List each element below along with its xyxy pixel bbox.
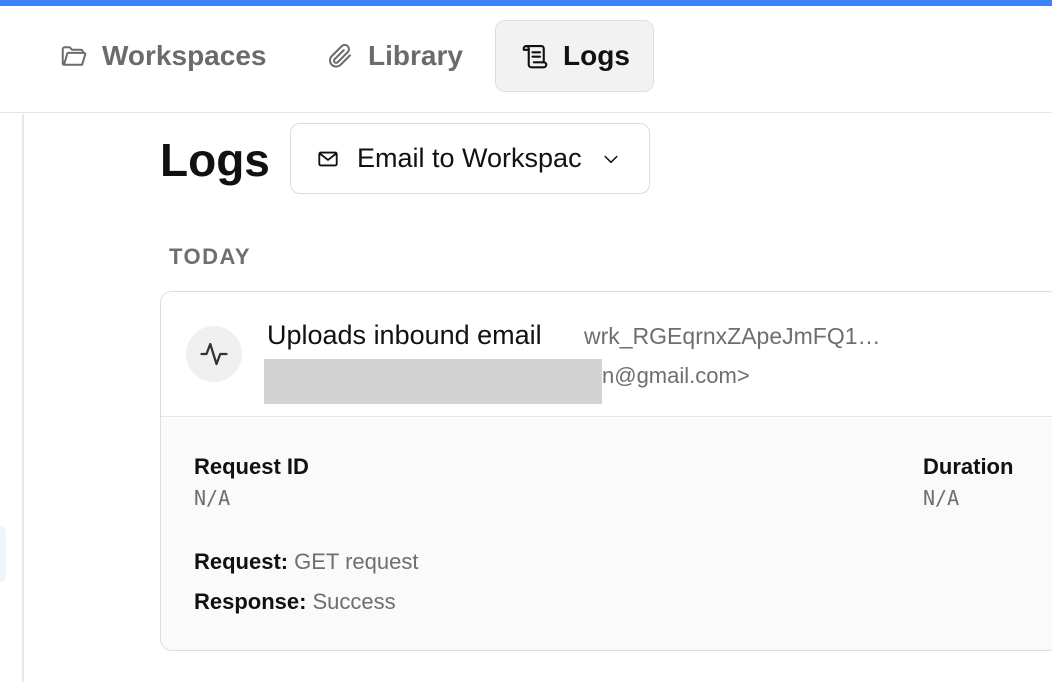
- activity-icon: [186, 326, 242, 382]
- log-entry-header[interactable]: Uploads inbound email wrk_RGEqrnxZApeJmF…: [161, 292, 1052, 417]
- sidebar-divider: [22, 114, 24, 682]
- tab-logs-label: Logs: [563, 40, 630, 71]
- email-filter-dropdown[interactable]: Email to Workspac: [290, 123, 650, 194]
- request-id-label: Request ID: [194, 454, 309, 479]
- email-filter-value: Email to Workspac: [357, 143, 582, 173]
- scroll-icon: [519, 40, 551, 72]
- log-entry-card[interactable]: Uploads inbound email wrk_RGEqrnxZApeJmF…: [160, 291, 1052, 651]
- response-value: Success: [312, 589, 396, 614]
- request-label: Request:: [194, 549, 289, 574]
- sender-email: n@gmail.com>: [602, 363, 750, 388]
- tab-library-label: Library: [368, 40, 463, 71]
- response-row: Response: Success: [194, 589, 396, 615]
- workflow-id: wrk_RGEqrnxZApeJmFQ1…: [584, 323, 881, 349]
- redacted-sender-block: [264, 359, 602, 404]
- top-nav: Workspaces Library Logs: [0, 6, 1052, 113]
- page-title: Logs: [160, 134, 270, 186]
- mail-icon: [317, 148, 339, 170]
- paperclip-icon: [324, 40, 356, 72]
- duration-value: N/A: [923, 486, 960, 510]
- request-id-value: N/A: [194, 486, 231, 510]
- sidebar-item-active[interactable]: [0, 526, 6, 582]
- response-label: Response:: [194, 589, 307, 614]
- folder-icon: [58, 40, 90, 72]
- log-entry-title: Uploads inbound email: [267, 320, 542, 350]
- log-entry-details: Request ID N/A Duration N/A Request: GET …: [161, 418, 1052, 650]
- section-label-today: TODAY: [169, 244, 252, 269]
- tab-workspaces-label: Workspaces: [102, 40, 267, 71]
- chevron-down-icon: [601, 149, 621, 169]
- tab-logs[interactable]: Logs: [495, 20, 654, 92]
- request-value: GET request: [294, 549, 419, 574]
- tab-workspaces[interactable]: Workspaces: [58, 20, 266, 92]
- request-row: Request: GET request: [194, 549, 418, 575]
- duration-label: Duration: [923, 454, 1014, 479]
- tab-library[interactable]: Library: [324, 20, 463, 92]
